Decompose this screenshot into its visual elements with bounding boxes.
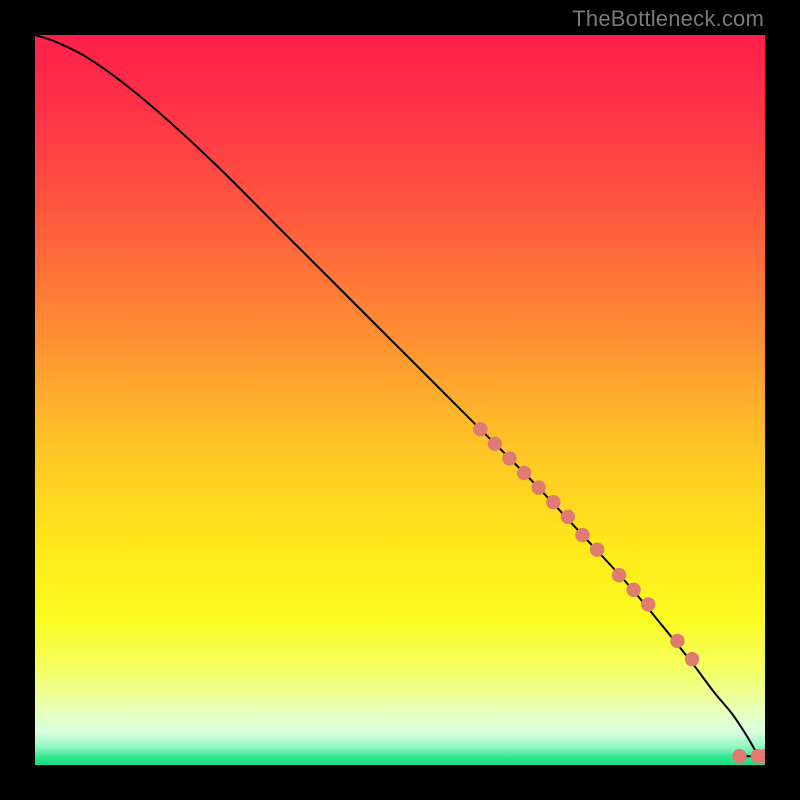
data-marker: [502, 451, 516, 465]
data-marker: [561, 510, 575, 524]
attribution-label: TheBottleneck.com: [572, 6, 764, 32]
chart-frame: TheBottleneck.com: [0, 0, 800, 800]
data-marker: [473, 422, 487, 436]
chart-canvas: [35, 35, 765, 765]
data-marker: [546, 495, 560, 509]
data-marker: [626, 583, 640, 597]
data-marker: [532, 480, 546, 494]
data-marker: [575, 528, 589, 542]
plot-area: [35, 35, 765, 765]
data-marker: [670, 634, 684, 648]
data-marker: [517, 466, 531, 480]
data-marker: [641, 597, 655, 611]
gradient-background: [35, 35, 765, 765]
data-marker: [488, 437, 502, 451]
data-marker: [590, 542, 604, 556]
data-marker: [685, 652, 699, 666]
data-marker: [612, 568, 626, 582]
data-marker: [732, 749, 746, 763]
